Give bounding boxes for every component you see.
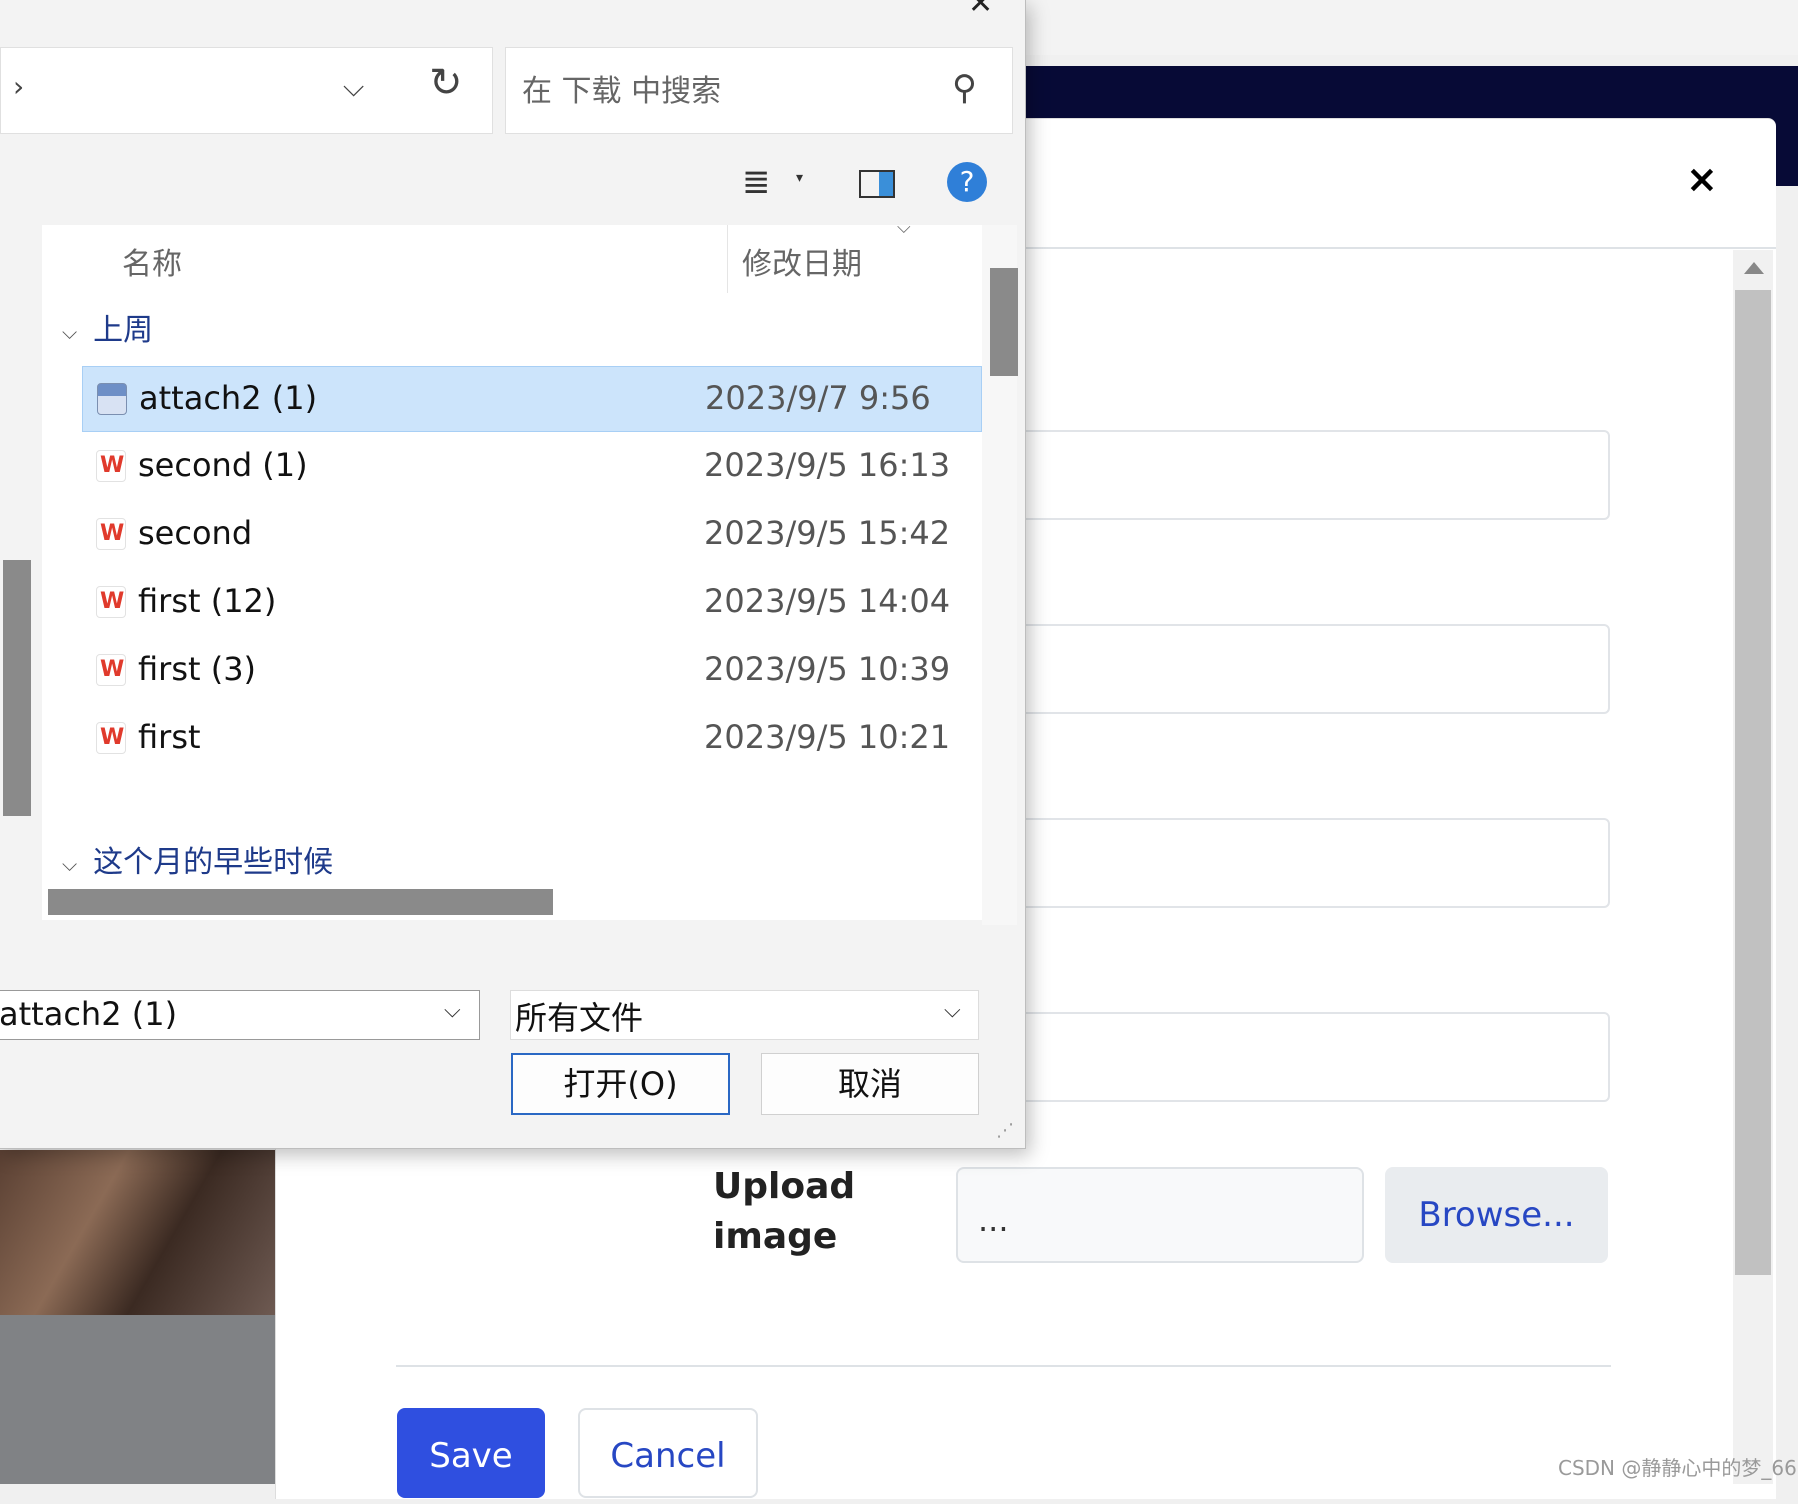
upload-file-input[interactable]: ...: [956, 1167, 1364, 1263]
wps-icon: W: [96, 654, 126, 686]
background-photo: [0, 1150, 275, 1315]
file-row[interactable]: W second (1) 2023/9/5 16:13: [82, 434, 982, 500]
group-chevron-icon[interactable]: ⌵: [62, 320, 77, 344]
file-type-dropdown-icon[interactable]: ⌵: [944, 998, 961, 1023]
file-name: first (12): [138, 582, 277, 620]
wps-icon: W: [96, 450, 126, 482]
file-name: first (3): [138, 650, 257, 688]
column-date-modified[interactable]: 修改日期: [742, 239, 862, 283]
page-scrollbar-thumb[interactable]: [1735, 290, 1771, 1275]
wps-icon: W: [96, 722, 126, 754]
breadcrumb-chevron-icon[interactable]: ›: [13, 70, 24, 103]
file-name: second (1): [138, 446, 308, 484]
save-button[interactable]: Save: [397, 1408, 545, 1498]
chevron-down-icon[interactable]: ⌵: [343, 70, 364, 104]
filename-dropdown-icon[interactable]: ⌵: [444, 998, 461, 1023]
column-separator[interactable]: [727, 225, 728, 293]
open-button[interactable]: 打开(O): [511, 1053, 730, 1115]
sort-chevron-icon: ⌵: [897, 217, 911, 238]
group-earlier-this-month[interactable]: ⌵ 这个月的早些时候: [62, 837, 333, 881]
file-date: 2023/9/5 10:39: [704, 650, 951, 688]
search-input[interactable]: [520, 68, 944, 114]
file-row[interactable]: W first 2023/9/5 10:21: [82, 706, 982, 772]
background-panel: [0, 1315, 275, 1484]
file-row[interactable]: attach2 (1) 2023/9/7 9:56: [82, 366, 982, 432]
file-date: 2023/9/5 10:21: [704, 718, 951, 756]
column-name[interactable]: 名称: [122, 239, 182, 283]
dialog-close-icon[interactable]: ✕: [968, 0, 993, 21]
file-row[interactable]: W first (3) 2023/9/5 10:39: [82, 638, 982, 704]
group-label: 上周: [93, 313, 154, 348]
help-icon[interactable]: ?: [947, 162, 987, 202]
browser-top-strip: [1025, 0, 1798, 55]
list-view-icon[interactable]: ≣: [742, 162, 771, 202]
file-row[interactable]: W second 2023/9/5 15:42: [82, 502, 982, 568]
file-date: 2023/9/5 16:13: [704, 446, 951, 484]
modal-footer-divider: [396, 1365, 1611, 1367]
watermark: CSDN @静静心中的梦_66: [1558, 1456, 1797, 1480]
group-last-week[interactable]: ⌵ 上周: [62, 305, 153, 349]
refresh-icon[interactable]: ↻: [429, 60, 463, 106]
file-row[interactable]: W first (12) 2023/9/5 14:04: [82, 570, 982, 636]
nav-pane-scrollbar[interactable]: [3, 560, 31, 816]
browse-button[interactable]: Browse...: [1385, 1167, 1608, 1263]
group-chevron-icon[interactable]: ⌵: [62, 852, 77, 876]
horizontal-scrollbar-thumb[interactable]: [48, 889, 553, 915]
cancel-button[interactable]: Cancel: [578, 1408, 758, 1498]
vertical-scrollbar-thumb[interactable]: [990, 268, 1018, 376]
file-name: attach2 (1): [139, 379, 318, 417]
group-label: 这个月的早些时候: [93, 845, 334, 880]
wps-icon: W: [96, 586, 126, 618]
column-header: 名称 修改日期 ⌵: [42, 217, 982, 295]
image-file-icon: [97, 383, 127, 415]
upload-image-label: Upload image: [713, 1166, 856, 1257]
file-date: 2023/9/5 14:04: [704, 582, 951, 620]
file-date: 2023/9/5 15:42: [704, 514, 951, 552]
scroll-up-arrow-icon[interactable]: [1744, 262, 1764, 274]
file-list: 名称 修改日期 ⌵ ⌵ 上周 attach2 (1) 2023/9/7 9:56 …: [42, 217, 982, 920]
dialog-cancel-button[interactable]: 取消: [761, 1053, 979, 1115]
file-date: 2023/9/7 9:56: [705, 379, 931, 417]
address-bar[interactable]: › ⌵ ↻: [0, 47, 493, 134]
filename-field[interactable]: attach2 (1): [0, 990, 480, 1040]
file-name: first: [138, 718, 201, 756]
file-type-select[interactable]: 所有文件: [510, 990, 979, 1040]
dialog-toolbar: ≣ ▾ ?: [0, 140, 1025, 220]
resize-grip-icon[interactable]: ⋰: [996, 1120, 1014, 1141]
search-icon[interactable]: ⚲: [952, 68, 977, 108]
modal-close-icon[interactable]: ×: [1686, 157, 1718, 201]
search-box[interactable]: ⚲: [505, 47, 1013, 134]
preview-pane-icon[interactable]: [859, 170, 895, 198]
file-open-dialog: ✕ › ⌵ ↻ ⚲ ≣ ▾ ? 名称 修改日期 ⌵ ⌵ 上周 attach2 (1…: [0, 0, 1026, 1149]
view-caret-icon[interactable]: ▾: [796, 170, 803, 186]
wps-icon: W: [96, 518, 126, 550]
file-name: second: [138, 514, 253, 552]
